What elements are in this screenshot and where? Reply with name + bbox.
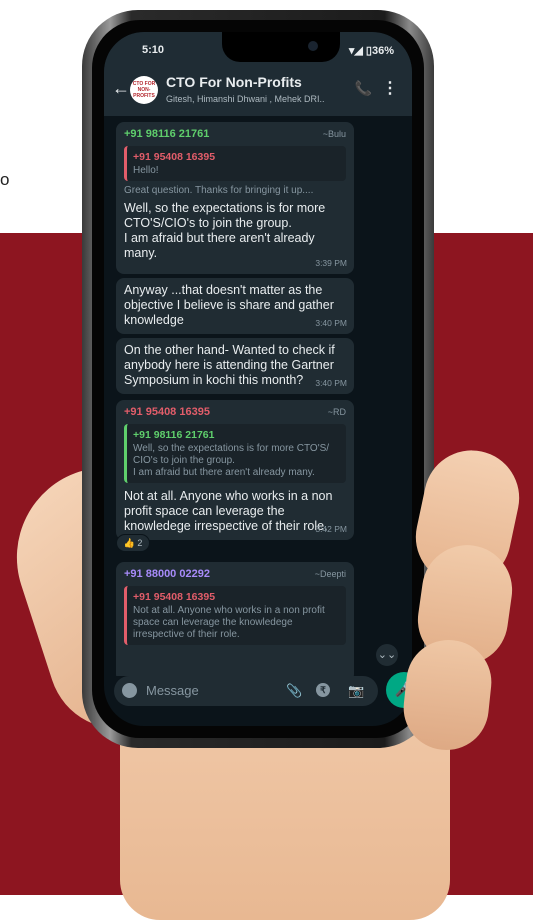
menu-icon[interactable]: ⋮ — [382, 78, 398, 98]
message-time: 3:42 PM — [315, 524, 347, 534]
scroll-down-button[interactable]: ⌄⌄ — [376, 644, 398, 666]
quoted-sender: +91 95408 16395 — [133, 591, 216, 603]
message-bubble[interactable]: +91 95408 16395 ~RD +91 98116 21761 Well… — [116, 400, 354, 540]
quoted-message[interactable]: +91 98116 21761 Well, so the expectation… — [124, 424, 346, 483]
chat-area: +91 98116 21761 ~Bulu +91 95408 16395 He… — [104, 116, 412, 676]
quoted-sender: +91 98116 21761 — [133, 429, 215, 441]
front-camera — [308, 41, 318, 51]
phone-screen: 5:10 ▾◢ ▯36% ← CTO FOR NON-PROFITS CTO F… — [104, 32, 412, 726]
message-sender: +91 98116 21761 — [124, 128, 210, 140]
message-input-bar[interactable]: Message 📎 ₹ 📷 — [114, 676, 378, 706]
add-call-icon[interactable]: 📞 — [355, 80, 372, 97]
message-bubble[interactable]: +91 98116 21761 ~Bulu +91 95408 16395 He… — [116, 122, 354, 274]
reaction-badge[interactable]: 👍 2 — [116, 534, 150, 552]
payment-icon[interactable]: ₹ — [316, 683, 330, 697]
message-bubble[interactable]: On the other hand- Wanted to check if an… — [116, 338, 354, 394]
group-title[interactable]: CTO For Non-Profits — [166, 74, 302, 90]
quoted-message[interactable]: +91 95408 16395 Hello! — [124, 146, 346, 181]
message-alias: ~Deepti — [314, 569, 346, 579]
message-text: On the other hand- Wanted to check if an… — [124, 343, 335, 387]
quoted-message[interactable]: +91 95408 16395 Not at all. Anyone who w… — [124, 586, 346, 645]
message-time: 3:40 PM — [315, 378, 347, 388]
phone-bezel: 5:10 ▾◢ ▯36% ← CTO FOR NON-PROFITS CTO F… — [92, 20, 424, 738]
message-time: 3:40 PM — [315, 318, 347, 328]
message-sender: +91 95408 16395 — [124, 406, 210, 418]
message-bubble[interactable]: +91 88000 02292 ~Deepti +91 95408 16395 … — [116, 562, 354, 676]
message-time: 3:39 PM — [315, 258, 347, 268]
emoji-icon[interactable] — [122, 683, 137, 698]
message-input[interactable]: Message — [146, 683, 199, 698]
chat-header: ← CTO FOR NON-PROFITS CTO For Non-Profit… — [104, 66, 412, 116]
message-text: Anyway ...that doesn't matter as the obj… — [124, 283, 334, 327]
quoted-text: Not at all. Anyone who works in a non pr… — [133, 605, 325, 640]
quoted-sender: +91 95408 16395 — [133, 151, 216, 163]
message-alias: ~RD — [327, 407, 346, 417]
group-avatar[interactable]: CTO FOR NON-PROFITS — [130, 76, 158, 104]
attach-icon[interactable]: 📎 — [286, 683, 302, 699]
quoted-extra: Great question. Thanks for bringing it u… — [124, 185, 314, 196]
message-text: Well, so the expectations is for more CT… — [124, 201, 326, 260]
quoted-text: Well, so the expectations is for more CT… — [133, 443, 330, 478]
message-alias: ~Bulu — [322, 129, 346, 139]
group-members[interactable]: Gitesh, Himanshi Dhwani , Mehek DRI.. — [166, 94, 325, 104]
quoted-text: Hello! — [133, 165, 159, 176]
phone: 5:10 ▾◢ ▯36% ← CTO FOR NON-PROFITS CTO F… — [82, 10, 434, 748]
message-text: Not at all. Anyone who works in a non pr… — [124, 489, 333, 533]
status-time: 5:10 — [142, 44, 165, 56]
message-bubble[interactable]: Anyway ...that doesn't matter as the obj… — [116, 278, 354, 334]
battery-status: ▾◢ ▯36% — [348, 45, 394, 57]
message-sender: +91 88000 02292 — [124, 568, 210, 580]
camera-icon[interactable]: 📷 — [348, 683, 364, 699]
battery-percent: 36% — [371, 45, 394, 57]
back-arrow-icon[interactable]: ← — [112, 78, 130, 99]
notch — [222, 32, 340, 62]
side-text: o — [0, 170, 10, 189]
